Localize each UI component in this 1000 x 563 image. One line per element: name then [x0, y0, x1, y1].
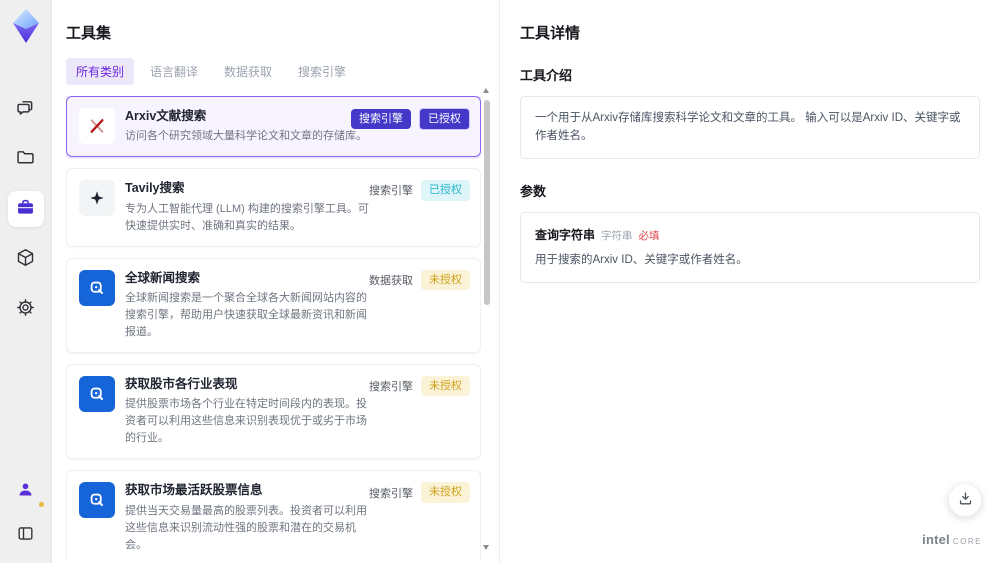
tool-tags: 搜索引擎 未授权	[369, 482, 470, 503]
tools-panel: 工具集 所有类别 语言翻译 数据获取 搜索引擎 Arxiv文献搜索 访问各个研究领域大量…	[52, 0, 500, 563]
tool-card[interactable]: 获取市场最活跃股票信息提供当天交易量最高的股票列表。投资者可以利用这些信息来识别…	[66, 470, 481, 559]
category-tabs: 所有类别 语言翻译 数据获取 搜索引擎	[66, 58, 499, 85]
tab-category-2[interactable]: 数据获取	[214, 58, 282, 85]
tool-name: Arxiv文献搜索	[125, 109, 207, 123]
tool-name: 获取股市各行业表现	[125, 377, 238, 392]
auth-status-badge: 未授权	[421, 376, 470, 397]
sidebar-item-models[interactable]	[8, 241, 44, 277]
news-blue-icon	[79, 269, 115, 306]
params-section-title: 参数	[520, 183, 547, 199]
folder-icon	[15, 147, 36, 171]
tool-intro-box: 一个用于从Arxiv存储库搜索科学论文和文章的工具。 输入可以是Arxiv ID…	[520, 96, 980, 159]
download-button[interactable]	[948, 483, 982, 517]
sidebar-item-settings[interactable]	[8, 291, 44, 327]
auth-status-badge: 未授权	[421, 269, 470, 290]
news-blue-icon	[79, 376, 115, 413]
tab-category-0[interactable]: 所有类别	[66, 58, 135, 85]
news-blue-icon	[79, 482, 115, 519]
auth-status-badge: 未授权	[421, 482, 470, 503]
tool-card[interactable]: Arxiv文献搜索访问各个研究领域大量科学论文和文章的存储库。 搜索引擎 已授权	[66, 96, 481, 158]
param-list: 查询字符串 字符串 必填用于搜索的Arxiv ID、关键字或作者姓名。	[520, 211, 980, 284]
tool-description: 提供股票市场各个行业在特定时间段内的表现。投资者可以利用这些信息来识别表现优于或…	[125, 398, 367, 445]
tool-card[interactable]: 全球新闻搜索全球新闻搜索是一个聚合全球各大新闻网站内容的搜索引擎，帮助用户快速获…	[66, 257, 481, 354]
category-label: 数据获取	[369, 274, 413, 287]
sidebar-bottom	[8, 473, 44, 553]
category-label: 搜索引擎	[369, 185, 413, 198]
brand-core-text: core	[952, 533, 982, 547]
scroll-down-icon[interactable]	[483, 545, 489, 550]
scrollbar-thumb[interactable]	[483, 100, 490, 305]
page-title: 工具集	[66, 25, 112, 42]
category-label: 搜索引擎	[369, 381, 413, 394]
download-icon	[957, 490, 974, 510]
tool-text: Arxiv文献搜索访问各个研究领域大量科学论文和文章的存储库。	[125, 108, 367, 145]
category-badge: 搜索引擎	[351, 109, 411, 130]
tab-category-3[interactable]: 搜索引擎	[288, 58, 356, 85]
tool-description: 访问各个研究领域大量科学论文和文章的存储库。	[125, 130, 367, 143]
sidebar-toggle-button[interactable]	[8, 517, 44, 553]
presence-dot	[38, 502, 44, 507]
param-name: 查询字符串	[535, 227, 596, 242]
param-head: 查询字符串 字符串 必填	[535, 226, 965, 243]
tool-card[interactable]: Tavily搜索专为人工智能代理 (LLM) 构建的搜索引擎工具。可快速提供实时…	[66, 168, 481, 247]
intro-section-title: 工具介绍	[520, 68, 573, 83]
tool-text: 获取市场最活跃股票信息提供当天交易量最高的股票列表。投资者可以利用这些信息来识别…	[125, 482, 373, 553]
tool-text: 全球新闻搜索全球新闻搜索是一个聚合全球各大新闻网站内容的搜索引擎，帮助用户快速获…	[125, 270, 373, 341]
tool-detail-panel: 工具详情 工具介绍 一个用于从Arxiv存储库搜索科学论文和文章的工具。 输入可…	[501, 0, 1000, 563]
param-card: 查询字符串 字符串 必填用于搜索的Arxiv ID、关键字或作者姓名。	[520, 211, 980, 284]
tab-category-1[interactable]: 语言翻译	[140, 58, 208, 85]
arxiv-icon	[79, 108, 115, 144]
tool-list-scrollbar[interactable]	[483, 88, 490, 550]
auth-status-badge: 已授权	[419, 108, 470, 131]
brand-intel-text: intel	[922, 532, 950, 547]
tool-name: 全球新闻搜索	[125, 270, 201, 285]
sidebar-item-user[interactable]	[8, 473, 44, 509]
tool-tags: 数据获取 未授权	[369, 269, 470, 290]
detail-title: 工具详情	[520, 25, 581, 42]
sidebar-nav	[7, 91, 44, 327]
sidebar-item-tools[interactable]	[7, 191, 44, 227]
cube-icon	[15, 247, 36, 271]
tool-name: Tavily搜索	[125, 181, 185, 196]
intel-core-logo: intel core	[922, 532, 982, 547]
tool-list: Arxiv文献搜索 访问各个研究领域大量科学论文和文章的存储库。 搜索引擎 已授权 Ta…	[66, 96, 481, 559]
tool-description: 全球新闻搜索是一个聚合全球各大新闻网站内容的搜索引擎，帮助用户快速获取全球最新资…	[125, 291, 367, 338]
tool-description: 专为人工智能代理 (LLM) 构建的搜索引擎工具。可快速提供实时、准确和真实的结…	[125, 202, 369, 232]
param-type: 字符串	[601, 229, 633, 242]
tool-text: Tavily搜索专为人工智能代理 (LLM) 构建的搜索引擎工具。可快速提供实时…	[125, 180, 373, 234]
tool-name: 获取市场最活跃股票信息	[125, 483, 263, 498]
settings-icon	[15, 297, 36, 321]
param-required-badge: 必填	[638, 229, 660, 242]
tool-tags: 搜索引擎 已授权	[369, 180, 470, 201]
chat-icon	[15, 97, 36, 121]
app-window: 工具集 所有类别 语言翻译 数据获取 搜索引擎 Arxiv文献搜索 访问各个研究领域大量…	[0, 0, 1000, 563]
tool-tags: 搜索引擎 已授权	[351, 108, 470, 131]
scroll-up-icon[interactable]	[483, 88, 489, 93]
sidebar-item-files[interactable]	[8, 141, 44, 177]
toolbox-icon	[15, 197, 36, 221]
category-label: 搜索引擎	[369, 487, 413, 500]
tool-description: 提供当天交易量最高的股票列表。投资者可以利用这些信息来识别流动性强的股票和潜在的…	[125, 504, 367, 551]
tool-tags: 搜索引擎 未授权	[369, 376, 470, 397]
sidebar	[0, 0, 52, 563]
tool-card[interactable]: 获取股市各行业表现提供股票市场各个行业在特定时间段内的表现。投资者可以利用这些信…	[66, 364, 481, 460]
auth-status-badge: 已授权	[421, 180, 470, 201]
sidebar-item-chat[interactable]	[8, 91, 44, 127]
tavily-icon	[79, 180, 115, 217]
app-logo[interactable]	[11, 8, 41, 49]
sidebar-toggle-icon	[16, 524, 35, 546]
tool-text: 获取股市各行业表现提供股票市场各个行业在特定时间段内的表现。投资者可以利用这些信…	[125, 376, 373, 447]
param-description: 用于搜索的Arxiv ID、关键字或作者姓名。	[535, 253, 748, 266]
user-icon	[16, 480, 35, 502]
